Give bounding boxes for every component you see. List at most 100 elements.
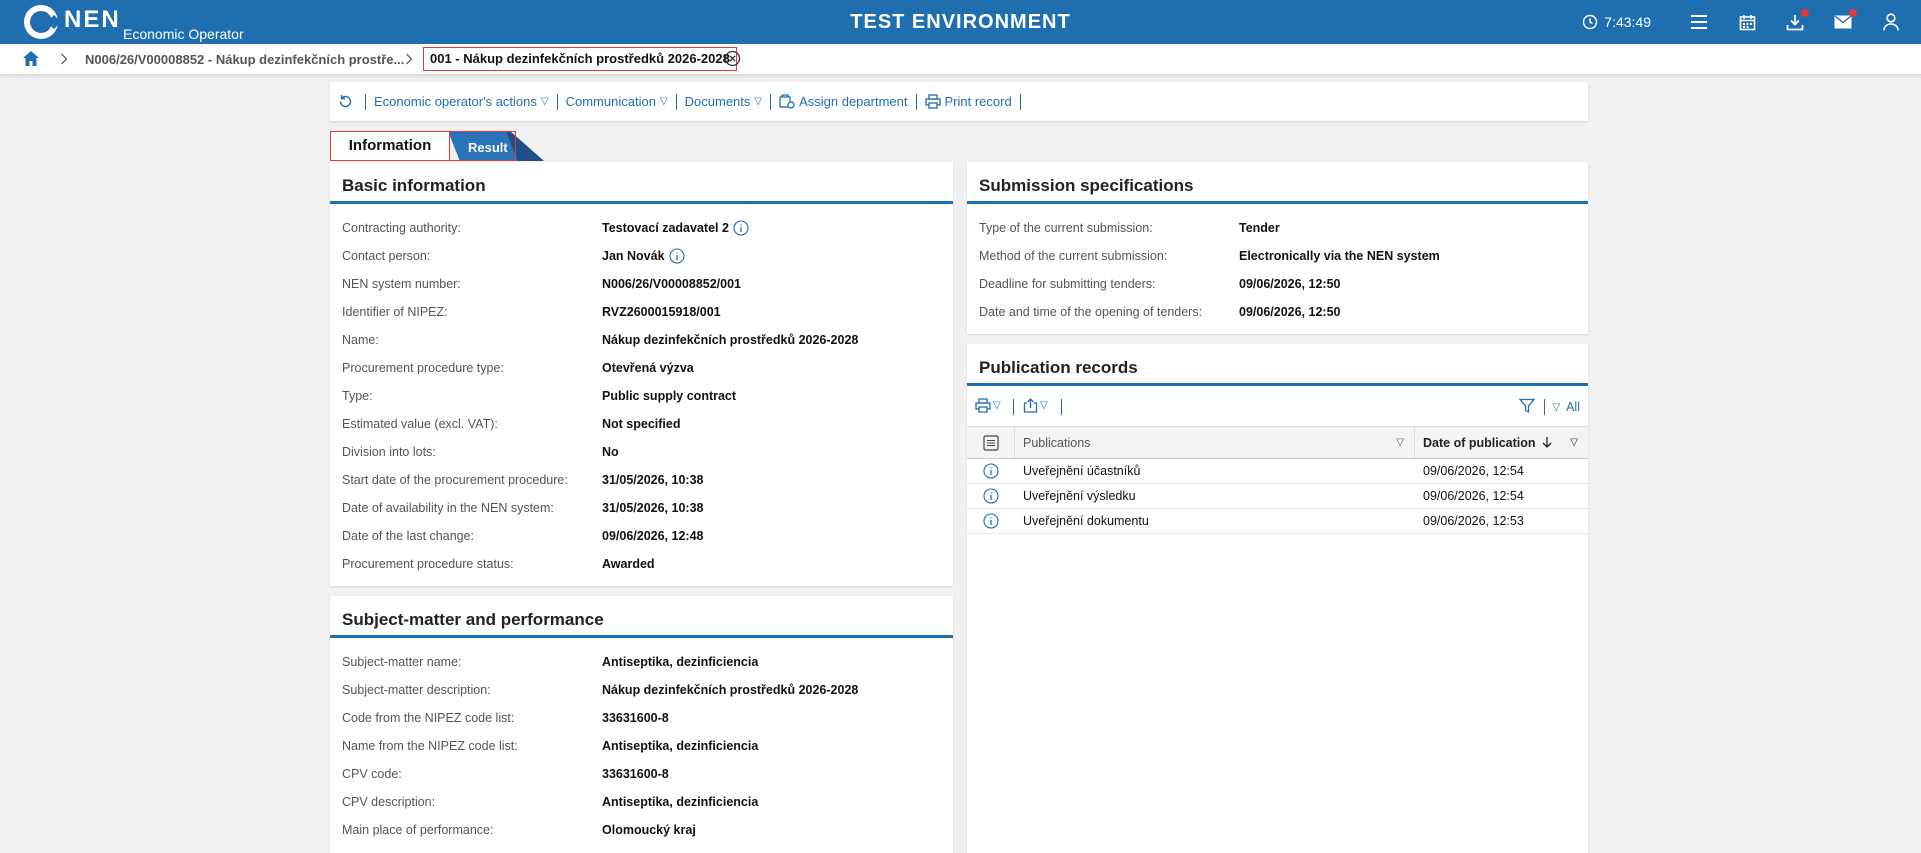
- filter-all-label: All: [1566, 400, 1580, 414]
- user-profile-button[interactable]: [1867, 0, 1915, 44]
- calendar-button[interactable]: [1723, 0, 1771, 44]
- info-row: Type of the current submission: Tender: [967, 214, 1588, 242]
- subject-matter-list: Subject-matter name: Antiseptika, dezinfi…: [330, 638, 953, 844]
- breadcrumb-procedure[interactable]: N006/26/V00008852 - Nákup dezinfekčních …: [85, 52, 404, 67]
- menu-button[interactable]: [1675, 0, 1723, 44]
- info-row: Estimated value (excl. VAT): Not specifie…: [330, 410, 953, 438]
- breadcrumb-current[interactable]: 001 - Nákup dezinfekčních prostředků 202…: [423, 47, 737, 71]
- info-label: Main place of performance:: [342, 823, 494, 837]
- filter-funnel-icon: [1519, 398, 1535, 414]
- table-row[interactable]: Uveřejnění účastníků 09/06/2026, 12:54: [967, 459, 1588, 484]
- refresh-icon: [339, 95, 352, 108]
- sort-descending-icon[interactable]: [1541, 436, 1553, 449]
- column-filter-icon[interactable]: ▽: [1570, 437, 1578, 448]
- row-detail-button[interactable]: [967, 488, 1015, 504]
- info-icon[interactable]: [733, 220, 749, 236]
- info-row: Procurement procedure type: Otevřená výzv…: [330, 354, 953, 382]
- info-value: Nákup dezinfekčních prostředků 2026-2028: [602, 683, 859, 697]
- column-filter-icon[interactable]: ▽: [1396, 437, 1404, 448]
- info-label: Name from the NIPEZ code list:: [342, 739, 518, 753]
- info-row: Method of the current submission: Electro…: [967, 242, 1588, 270]
- column-header-date[interactable]: Date of publication ▽: [1415, 427, 1588, 458]
- caret-down-icon: ▽: [754, 96, 763, 107]
- publication-date: 09/06/2026, 12:54: [1423, 489, 1524, 503]
- table-row[interactable]: Uveřejnění výsledku 09/06/2026, 12:54: [967, 484, 1588, 509]
- info-label: Name:: [342, 333, 379, 347]
- publications-table-body: Uveřejnění účastníků 09/06/2026, 12:54 U…: [967, 459, 1588, 534]
- info-label: Method of the current submission:: [979, 249, 1168, 263]
- tab-information[interactable]: Information: [330, 131, 450, 161]
- documents-menu[interactable]: Documents ▽: [677, 93, 772, 110]
- print-record-label: Print record: [944, 94, 1012, 109]
- info-value: Antiseptika, dezinficiencia: [602, 739, 759, 753]
- column-settings-button[interactable]: [967, 427, 1015, 458]
- row-detail-button[interactable]: [967, 463, 1015, 479]
- clock-icon: [1583, 14, 1598, 30]
- info-row: Date and time of the opening of tenders:…: [967, 298, 1588, 326]
- filter-all-dropdown[interactable]: ▽ All: [1552, 400, 1580, 414]
- downloads-notification-dot: [1801, 9, 1809, 17]
- nen-logo[interactable]: NEN: [24, 5, 121, 39]
- column-date-wrap: Date of publication: [1423, 436, 1553, 450]
- chevron-right-icon: [61, 53, 68, 65]
- submission-specifications-list: Type of the current submission: Tender Me…: [967, 204, 1588, 326]
- info-row: CPV description: Antiseptika, dezinficien…: [330, 788, 953, 816]
- home-button[interactable]: [22, 50, 40, 70]
- caret-down-icon: ▽: [540, 96, 549, 107]
- logo-subtitle: Economic Operator: [123, 26, 244, 42]
- home-icon: [23, 51, 39, 66]
- submission-specifications-panel: Submission specifications Type of the cu…: [967, 162, 1588, 334]
- communication-menu[interactable]: Communication ▽: [558, 93, 677, 110]
- info-label: Subject-matter name:: [342, 655, 462, 669]
- table-row[interactable]: Uveřejnění dokumentu 09/06/2026, 12:53: [967, 509, 1588, 534]
- downloads-button[interactable]: [1771, 0, 1819, 44]
- eo-actions-menu[interactable]: Economic operator's actions ▽: [366, 93, 558, 110]
- filter-button[interactable]: [1519, 398, 1535, 414]
- print-record-button[interactable]: Print record: [917, 93, 1021, 110]
- department-gear-icon: [779, 94, 795, 109]
- info-label: Subject-matter description:: [342, 683, 491, 697]
- top-bar: NEN Economic Operator TEST ENVIRONMENT 7…: [0, 0, 1921, 44]
- hamburger-menu-icon: [1691, 15, 1707, 29]
- info-row: Deadline for submitting tenders: 09/06/20…: [967, 270, 1588, 298]
- export-icon: [1023, 398, 1038, 413]
- print-menu-button[interactable]: ▽: [975, 398, 1001, 413]
- info-row: Date of availability in the NEN system: 3…: [330, 494, 953, 522]
- row-detail-button[interactable]: [967, 513, 1015, 529]
- toolbar-separator: [1061, 399, 1062, 415]
- info-value: 09/06/2026, 12:48: [602, 529, 704, 543]
- info-value: 33631600-8: [602, 711, 669, 725]
- tab-result[interactable]: Result: [468, 140, 508, 155]
- info-label: Date and time of the opening of tenders:: [979, 305, 1203, 319]
- info-label: CPV code:: [342, 767, 402, 781]
- column-header-publications[interactable]: Publications ▽: [1015, 427, 1415, 458]
- user-icon: [1883, 13, 1899, 31]
- communication-label: Communication: [565, 94, 656, 109]
- info-icon[interactable]: [668, 248, 685, 264]
- info-label: Division into lots:: [342, 445, 436, 459]
- refresh-button[interactable]: [338, 93, 366, 110]
- printer-icon: [975, 398, 991, 413]
- column-date-label: Date of publication: [1423, 435, 1536, 450]
- chevron-right-icon: [406, 53, 413, 65]
- publication-name: Uveřejnění dokumentu: [1023, 514, 1149, 528]
- info-value: Otevřená výzva: [602, 361, 694, 375]
- close-breadcrumb-button[interactable]: [724, 50, 741, 70]
- messages-notification-dot: [1849, 9, 1857, 17]
- messages-button[interactable]: [1819, 0, 1867, 44]
- info-label: Start date of the procurement procedure:: [342, 473, 568, 487]
- info-label: Deadline for submitting tenders:: [979, 277, 1156, 291]
- info-row: Subject-matter description: Nákup dezinfe…: [330, 676, 953, 704]
- export-menu-button[interactable]: ▽: [1023, 398, 1048, 413]
- info-label: Procurement procedure type:: [342, 361, 504, 375]
- info-value: 09/06/2026, 12:50: [1239, 305, 1341, 319]
- assign-department-button[interactable]: Assign department: [771, 93, 917, 110]
- info-label: Identifier of NIPEZ:: [342, 305, 448, 319]
- caret-down-icon: ▽: [659, 96, 668, 107]
- info-row: Start date of the procurement procedure:…: [330, 466, 953, 494]
- publication-date: 09/06/2026, 12:53: [1423, 514, 1524, 528]
- info-label: Date of the last change:: [342, 529, 475, 543]
- publication-date: 09/06/2026, 12:54: [1423, 464, 1524, 478]
- session-clock: 7:43:49: [1582, 14, 1651, 30]
- close-circle-icon: [724, 50, 741, 67]
